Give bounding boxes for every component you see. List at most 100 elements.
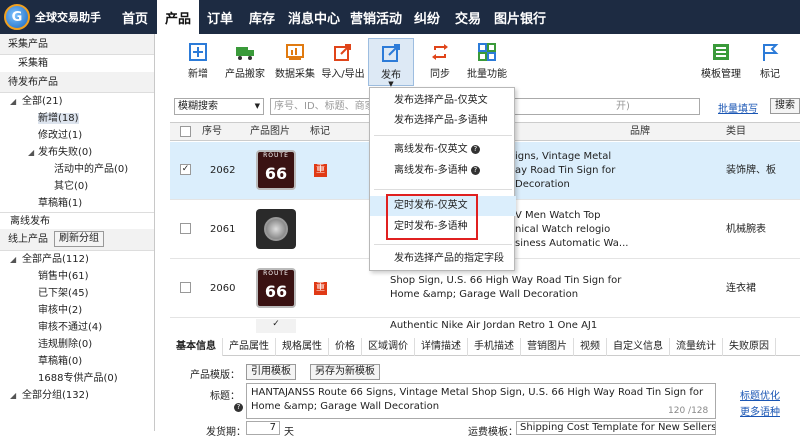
tab-failure[interactable]: 失败原因: [723, 338, 776, 356]
sidebar-item-all-groups[interactable]: ◢ 全部分组(132): [0, 387, 154, 404]
tab-traffic[interactable]: 流量统计: [670, 338, 723, 356]
move-products-button[interactable]: 产品搬家: [222, 38, 268, 86]
nav-messages[interactable]: 消息中心: [284, 0, 344, 34]
sidebar-item-drafts[interactable]: 草稿箱(1): [0, 195, 154, 212]
batch-button[interactable]: 批量功能: [464, 38, 510, 86]
tab-mobile-desc[interactable]: 手机描述: [468, 338, 521, 356]
tab-attributes[interactable]: 产品属性: [223, 338, 276, 356]
title-input[interactable]: HANTAJANSS Route 66 Signs, Vintage Metal…: [246, 383, 716, 419]
product-title: V Men Watch Top nical Watch relogio siness…: [515, 210, 629, 249]
search-button[interactable]: 搜索: [770, 98, 800, 114]
menu-item-publish-fields[interactable]: 发布选择产品的指定字段: [370, 249, 516, 269]
flag-icon: [760, 42, 780, 62]
product-title: Authentic Nike Air Jordan Retro 1 One AJ…: [390, 320, 598, 331]
online-header: 线上产品 刷新分组: [0, 229, 154, 251]
tab-basic[interactable]: 基本信息: [170, 338, 223, 356]
sidebar-item-pending-all[interactable]: ◢ 全部(21): [0, 93, 154, 110]
sidebar-item-1688[interactable]: 1688专供产品(0): [0, 370, 154, 387]
menu-item-publish-multi[interactable]: 发布选择产品-多语种: [370, 111, 516, 131]
add-grid-icon: [188, 42, 208, 62]
nav-image-bank[interactable]: 图片银行: [490, 0, 550, 34]
nav-inventory[interactable]: 库存: [241, 0, 283, 34]
product-title: Shop Sign, U.S. 66 High Way Road Tin Sig…: [390, 275, 622, 300]
menu-item-offline-en[interactable]: 离线发布-仅英文 ?: [370, 140, 516, 160]
title-optimize-link[interactable]: 标题优化: [740, 387, 780, 402]
duplicate-badge: 重: [314, 164, 327, 177]
sidebar-item-failed[interactable]: ◢ 发布失败(0): [0, 144, 154, 161]
use-template-button[interactable]: 引用模板: [246, 364, 296, 380]
tab-price[interactable]: 价格: [329, 338, 362, 356]
sidebar-item-online-drafts[interactable]: 草稿箱(0): [0, 353, 154, 370]
mark-button[interactable]: 标记: [754, 38, 786, 86]
toolbar: 新增 产品搬家 数据采集 导入/导出 发布 ▼ 同步 批量功能 模板管理 标记: [170, 38, 800, 88]
sidebar-item-deleted[interactable]: 违规删除(0): [0, 336, 154, 353]
tab-specs[interactable]: 规格属性: [276, 338, 329, 356]
publish-button[interactable]: 发布 ▼: [368, 38, 414, 88]
row-checkbox[interactable]: [180, 282, 191, 293]
sidebar: 采集产品 采集箱 待发布产品 ◢ 全部(21) 新增(18) 修改过(1) ◢ 发布…: [0, 34, 155, 431]
chevron-down-icon: ▼: [254, 102, 260, 110]
tab-marketing-images[interactable]: 营销图片: [521, 338, 574, 356]
collapse-icon[interactable]: ◢: [10, 251, 16, 268]
nav-trade[interactable]: 交易: [447, 0, 489, 34]
menu-item-publish-en[interactable]: 发布选择产品-仅英文: [370, 91, 516, 111]
add-button[interactable]: 新增: [178, 38, 218, 86]
nav-products[interactable]: 产品: [157, 0, 199, 34]
template-label: 产品模版：: [190, 370, 240, 381]
title-label: 标题：: [210, 391, 240, 402]
collapse-icon[interactable]: ◢: [28, 144, 34, 161]
sidebar-item-other[interactable]: 其它(0): [0, 178, 154, 195]
sidebar-item-on-sale[interactable]: 销售中(61): [0, 268, 154, 285]
ship-days-input[interactable]: 7: [246, 421, 280, 435]
publish-dropdown-menu: 发布选择产品-仅英文 发布选择产品-多语种 离线发布-仅英文 ? 离线发布-多语…: [369, 87, 516, 271]
sidebar-item-online-all[interactable]: ◢ 全部产品(112): [0, 251, 154, 268]
sidebar-item-modified[interactable]: 修改过(1): [0, 127, 154, 144]
collapse-icon[interactable]: ◢: [10, 93, 16, 110]
batch-icon: [477, 42, 497, 62]
sidebar-item-collect-box[interactable]: 采集箱: [0, 55, 154, 72]
nav-marketing[interactable]: 营销活动: [345, 0, 407, 34]
title-char-count: 120 /128: [668, 406, 709, 416]
detail-panel: 产品模版： 引用模板 另存为新模板 标题： ? HANTAJANSS Route…: [190, 364, 780, 438]
menu-divider: [374, 189, 512, 190]
tab-custom[interactable]: 自定义信息: [607, 338, 670, 356]
sync-button[interactable]: 同步: [422, 38, 458, 86]
tab-description[interactable]: 详情描述: [415, 338, 468, 356]
save-template-button[interactable]: 另存为新模板: [310, 364, 380, 380]
shipping-template-select[interactable]: Shipping Cost Template for New Sellers: [516, 421, 716, 435]
sidebar-item-offshelf[interactable]: 已下架(45): [0, 285, 154, 302]
select-all-checkbox[interactable]: [180, 126, 191, 137]
sidebar-item-reviewing[interactable]: 审核中(2): [0, 302, 154, 319]
tab-video[interactable]: 视频: [574, 338, 607, 356]
menu-item-offline-multi[interactable]: 离线发布-多语种 ?: [370, 161, 516, 181]
pending-header: 待发布产品: [0, 72, 154, 93]
tab-regional-price[interactable]: 区域调价: [362, 338, 415, 356]
sidebar-item-active-promo[interactable]: 活动中的产品(0): [0, 161, 154, 178]
search-mode-select[interactable]: 模糊搜索 ▼: [174, 98, 264, 115]
row-checkbox[interactable]: [180, 223, 191, 234]
sidebar-item-new[interactable]: 新增(18): [0, 110, 154, 127]
row-checkbox[interactable]: ✓: [180, 164, 191, 175]
collect-header: 采集产品: [0, 34, 154, 55]
batch-fill-link[interactable]: 批量填写: [718, 100, 758, 115]
help-icon: ?: [234, 403, 243, 412]
sidebar-item-offline[interactable]: 离线发布: [0, 212, 154, 229]
truck-icon: [235, 42, 255, 62]
table-row[interactable]: ✓ Authentic Nike Air Jordan Retro 1 One …: [170, 319, 800, 334]
detail-tabs: 基本信息 产品属性 规格属性 价格 区域调价 详情描述 手机描述 营销图片 视频…: [170, 338, 800, 356]
nav-orders[interactable]: 订单: [200, 0, 240, 34]
publish-icon: [381, 43, 401, 63]
sidebar-item-rejected[interactable]: 审核不通过(4): [0, 319, 154, 336]
template-manage-button[interactable]: 模板管理: [698, 38, 744, 86]
more-languages-link[interactable]: 更多语种: [740, 403, 780, 418]
import-export-button[interactable]: 导入/导出: [320, 38, 366, 86]
help-icon: ?: [470, 144, 480, 154]
menu-divider: [374, 244, 512, 245]
refresh-group-button[interactable]: 刷新分组: [54, 231, 104, 247]
collapse-icon[interactable]: ◢: [10, 387, 16, 404]
template-icon: [711, 42, 731, 62]
nav-home[interactable]: 首页: [114, 0, 156, 34]
nav-disputes[interactable]: 纠纷: [408, 0, 446, 34]
app-logo: G 全球交易助手: [0, 0, 113, 34]
data-collect-button[interactable]: 数据采集: [272, 38, 318, 86]
